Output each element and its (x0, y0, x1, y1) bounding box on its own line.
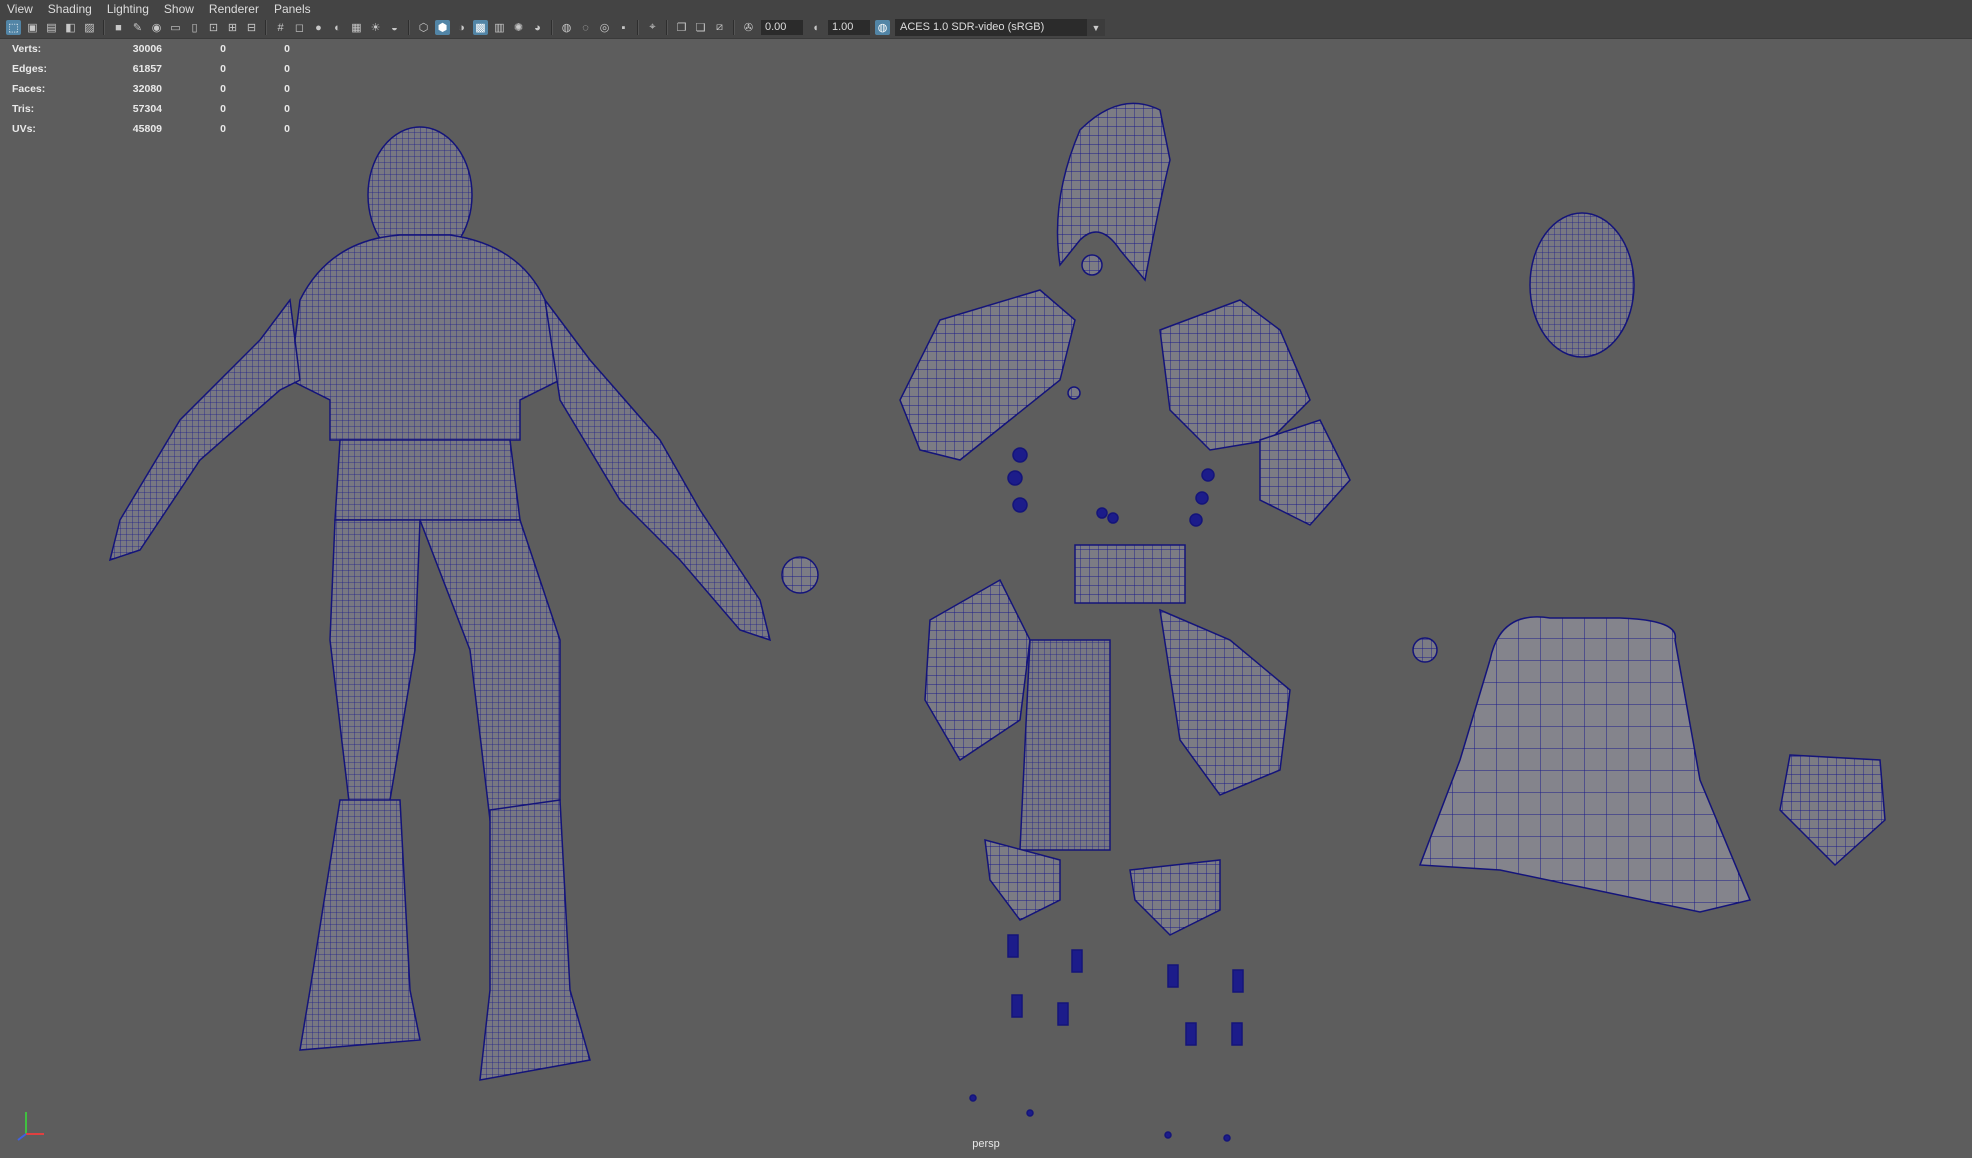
resolution-gate-icon[interactable]: ▯ (187, 20, 202, 35)
lights-icon[interactable]: ☀ (368, 20, 383, 35)
menu-renderer[interactable]: Renderer (202, 2, 267, 16)
anti-alias-icon[interactable]: ◌ (578, 20, 593, 35)
toolbar-separator (103, 20, 105, 35)
clipping-icon[interactable]: ⧄ (712, 20, 727, 35)
toolbar-separator (265, 20, 267, 35)
toolbar-separator (666, 20, 668, 35)
gate-mask-icon[interactable]: ⊡ (206, 20, 221, 35)
textured-icon[interactable]: ▦ (349, 20, 364, 35)
depth-of-field-icon[interactable]: ◎ (597, 20, 612, 35)
color-management-icon[interactable]: ◍ (875, 20, 890, 35)
lock-camera-icon[interactable]: ▣ (25, 20, 40, 35)
wireframe-icon[interactable]: ◻ (292, 20, 307, 35)
two-d-pan-icon[interactable]: ■ (111, 20, 126, 35)
film-gate-icon[interactable]: ▭ (168, 20, 183, 35)
toolbar-separator (408, 20, 410, 35)
select-camera-icon[interactable]: ⬚ (6, 20, 21, 35)
view-transform-field[interactable]: ACES 1.0 SDR-video (sRGB) (895, 19, 1087, 36)
safe-action-icon[interactable]: ⊟ (244, 20, 259, 35)
shadows-icon[interactable]: ◒ (387, 20, 402, 35)
xray-icon[interactable]: ▩ (473, 20, 488, 35)
grease-pencil-icon[interactable]: ✎ (130, 20, 145, 35)
viewport-3d[interactable] (0, 40, 1972, 1158)
viewport-toolbar: ⬚ ▣ ▤ ◧ ▨ ■ ✎ ◉ ▭ ▯ ⊡ ⊞ ⊟ # ◻ ● ◐ ▦ ☀ ◒ … (0, 17, 1972, 39)
field-chart-icon[interactable]: ⊞ (225, 20, 240, 35)
light-icon[interactable]: ✺ (511, 20, 526, 35)
hud-toggle-icon[interactable]: ❐ (674, 20, 689, 35)
camera-attributes-icon[interactable]: ▤ (44, 20, 59, 35)
menu-panels[interactable]: Panels (267, 2, 319, 16)
gamma-icon[interactable]: ◖ (808, 20, 823, 35)
toolbar-separator (637, 20, 639, 35)
bookmark-icon[interactable]: ◧ (63, 20, 78, 35)
menu-show[interactable]: Show (157, 2, 202, 16)
select-mask-icon[interactable]: ⌖ (645, 20, 660, 35)
grid-icon[interactable]: # (273, 20, 288, 35)
motion-blur-icon[interactable]: ◍ (559, 20, 574, 35)
exposure-icon[interactable]: ✇ (741, 20, 756, 35)
chevron-down-icon[interactable]: ▼ (1087, 19, 1105, 36)
checker-icon[interactable]: ▥ (492, 20, 507, 35)
viewport-menubar: View Shading Lighting Show Renderer Pane… (0, 0, 1972, 17)
image-plane-icon[interactable]: ▨ (82, 20, 97, 35)
isolate-select-icon[interactable]: ▪ (616, 20, 631, 35)
camera-icon[interactable]: ◉ (149, 20, 164, 35)
half-shade-icon[interactable]: ◑ (454, 20, 469, 35)
camera-name-label: persp (972, 1138, 1000, 1150)
character-model[interactable] (108, 126, 772, 1081)
menu-lighting[interactable]: Lighting (100, 2, 157, 16)
stereo-icon[interactable]: ❏ (693, 20, 708, 35)
menu-view[interactable]: View (0, 2, 41, 16)
menu-shading[interactable]: Shading (41, 2, 100, 16)
wireframe-on-shaded-icon[interactable]: ⬡ (416, 20, 431, 35)
default-material-icon[interactable]: ◐ (330, 20, 345, 35)
gamma-field[interactable]: 1.00 (828, 20, 870, 35)
smooth-shade-icon[interactable]: ● (311, 20, 326, 35)
ambient-occlusion-icon[interactable]: ◕ (530, 20, 545, 35)
toolbar-separator (551, 20, 553, 35)
toolbar-separator (733, 20, 735, 35)
exploded-armor-parts[interactable] (781, 102, 1886, 1142)
exposure-field[interactable]: 0.00 (761, 20, 803, 35)
shaded-cube-icon[interactable]: ⬢ (435, 20, 450, 35)
